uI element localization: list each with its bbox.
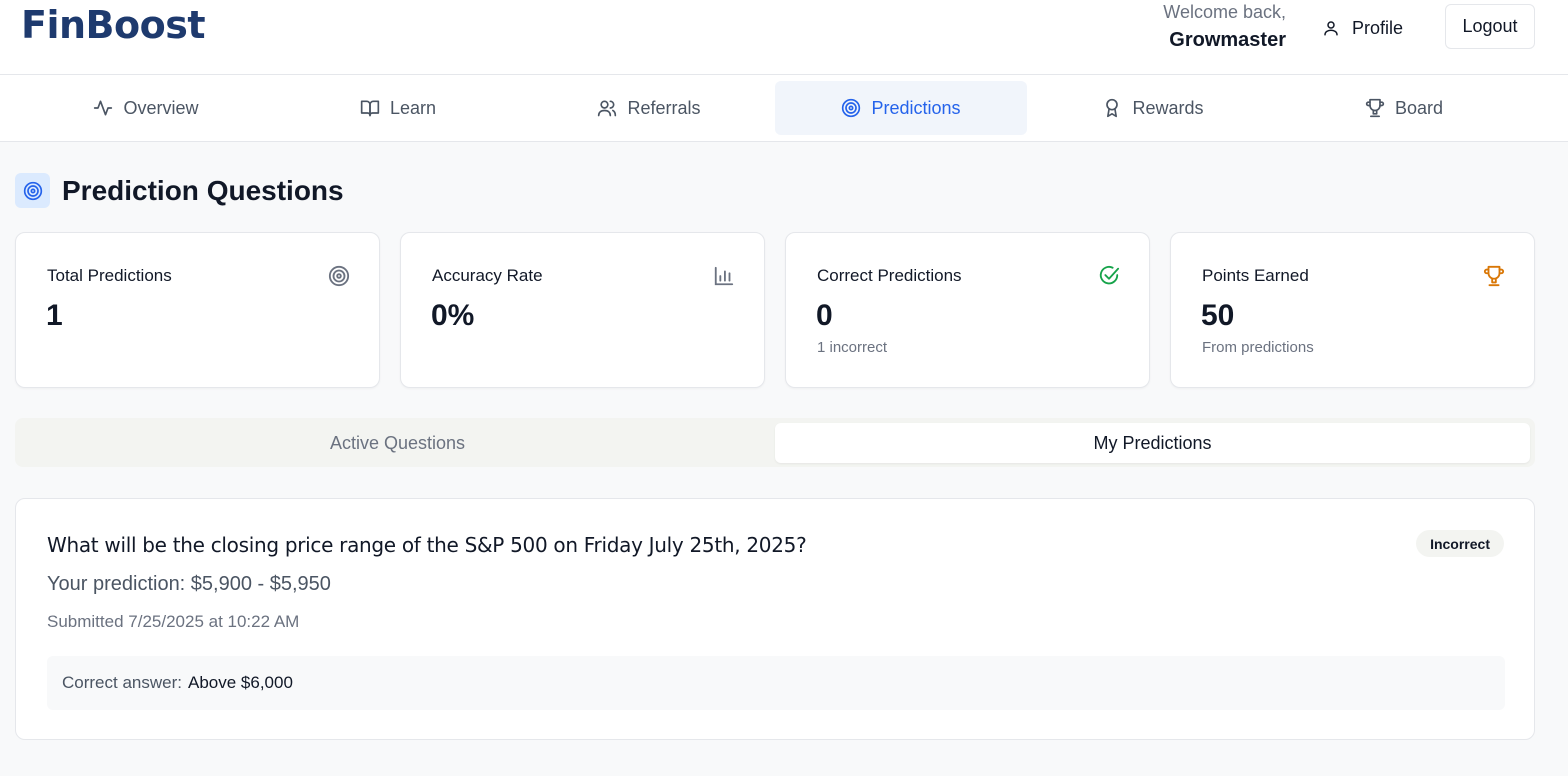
correct-answer-value: Above $6,000 [187, 673, 293, 692]
nav-label: Predictions [871, 97, 961, 118]
status-badge: Incorrect [1416, 530, 1504, 557]
main-nav: Overview Learn Referrals Predictions Rew… [0, 75, 1568, 142]
activity-icon [94, 100, 113, 116]
tab-active-questions[interactable]: Active Questions [20, 423, 775, 463]
trophy-icon [1365, 98, 1385, 118]
tab-referrals[interactable]: Referrals [523, 81, 775, 135]
bar-chart-icon [714, 266, 734, 286]
submitted-timestamp: Submitted 7/25/2025 at 10:22 AM [47, 612, 300, 631]
stat-value: 1 [46, 299, 63, 332]
profile-button[interactable]: Profile [1310, 8, 1422, 48]
user-icon [1324, 21, 1338, 36]
prediction-question: What will be the closing price range of … [47, 533, 807, 557]
prediction-card: What will be the closing price range of … [15, 498, 1535, 740]
target-icon [328, 265, 350, 287]
stat-card-correct-predictions: Correct Predictions 0 1 incorrect [785, 232, 1150, 388]
predictions-tabs: Active Questions My Predictions [15, 418, 1535, 467]
page-heading: Prediction Questions [62, 174, 344, 206]
check-circle-icon [1099, 266, 1120, 285]
stat-card-accuracy-rate: Accuracy Rate 0% [400, 232, 765, 388]
stat-value: 50 [1201, 299, 1235, 332]
trophy-icon [1483, 265, 1505, 287]
tab-rewards[interactable]: Rewards [1027, 81, 1279, 135]
stat-value: 0% [431, 299, 475, 332]
tab-board[interactable]: Board [1278, 81, 1530, 135]
stat-label: Points Earned [1202, 266, 1309, 285]
stat-label: Correct Predictions [817, 266, 962, 285]
nav-label: Rewards [1132, 97, 1204, 118]
stat-card-points-earned: Points Earned 50 From predictions [1170, 232, 1535, 388]
tab-my-predictions[interactable]: My Predictions [775, 423, 1530, 463]
stat-sub: 1 incorrect [817, 339, 888, 356]
stat-label: Accuracy Rate [432, 266, 543, 285]
logout-button[interactable]: Logout [1445, 4, 1535, 49]
target-icon [842, 98, 861, 118]
award-icon [1106, 98, 1119, 118]
your-prediction: Your prediction: $5,900 - $5,950 [47, 573, 331, 595]
tab-overview[interactable]: Overview [20, 81, 272, 135]
nav-label: Overview [123, 97, 199, 118]
book-icon [360, 100, 380, 117]
stat-sub: From predictions [1202, 339, 1314, 356]
stat-value: 0 [816, 299, 833, 332]
users-icon [598, 100, 617, 117]
correct-answer-box: Correct answer: Above $6,000 [47, 656, 1505, 710]
page-title: Prediction Questions [15, 173, 344, 208]
app-header: FinBoost Welcome back, Growmaster Profil… [0, 0, 1568, 75]
username: Growmaster [1169, 29, 1286, 51]
welcome-text: Welcome back, [1163, 2, 1286, 22]
title-icon-box [15, 173, 50, 208]
stat-label: Total Predictions [47, 266, 172, 285]
tab-predictions[interactable]: Predictions [775, 81, 1027, 135]
nav-label: Referrals [627, 97, 701, 118]
nav-label: Board [1394, 97, 1444, 118]
correct-answer-label: Correct answer: [62, 673, 182, 692]
stat-card-total-predictions: Total Predictions 1 [15, 232, 380, 388]
profile-label: Profile [1352, 17, 1404, 38]
finboost-logo[interactable]: FinBoost [21, 3, 206, 47]
tab-learn[interactable]: Learn [272, 81, 524, 135]
target-icon [23, 181, 42, 200]
nav-label: Learn [389, 97, 437, 118]
welcome-block: Welcome back, Growmaster [1163, 2, 1286, 58]
